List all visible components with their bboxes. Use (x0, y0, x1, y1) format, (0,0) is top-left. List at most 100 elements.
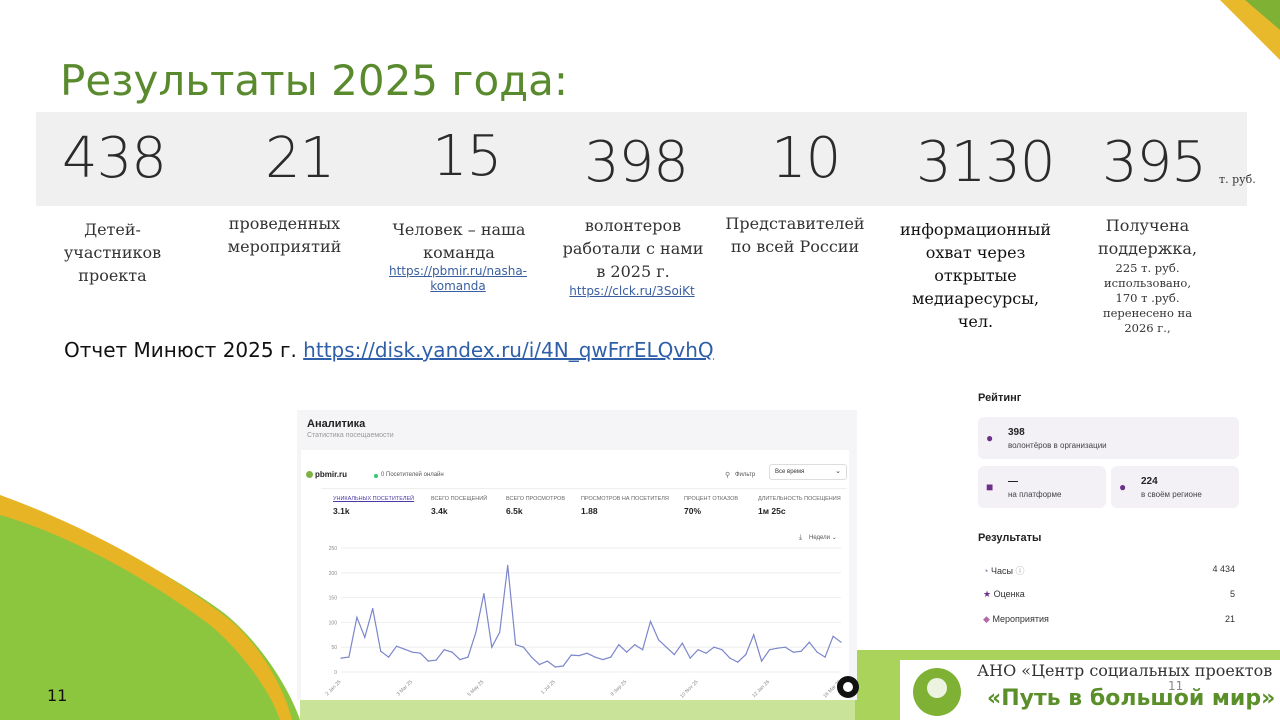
chart-grid (341, 547, 841, 673)
y-tick-label: 50 (331, 645, 337, 651)
results-label: Мероприятия (992, 614, 1049, 624)
x-tick-label: 10 Nov 25 (679, 679, 700, 700)
x-tick-label: 8 Sep 25 (610, 679, 629, 698)
metric-unique-visitors[interactable]: УНИКАЛЬНЫХ ПОСЕТИТЕЛЕЙ 3.1k (333, 496, 428, 516)
data-point (562, 665, 564, 667)
data-point (546, 660, 548, 662)
stat-representatives-value: 10 (771, 126, 841, 191)
organization-name-line1: АНО «Центр социальных проектов (977, 661, 1273, 680)
region-value: 224 (1141, 476, 1158, 487)
results-row-hours: ◔ Часы ⓘ 4 434 (983, 564, 1235, 577)
data-point (832, 635, 834, 637)
analytics-title: Аналитика (307, 418, 366, 430)
data-point (729, 657, 731, 659)
organization-name-line2: «Путь в большой мир» (987, 686, 1276, 711)
organization-logo-icon (913, 668, 961, 716)
data-point (769, 649, 771, 651)
chart-y-ticks: 0 50 100 150 200 250 (329, 546, 338, 676)
stat-reach-caption: информационный охват через открытые меди… (899, 220, 1052, 331)
y-tick-label: 100 (329, 620, 338, 626)
data-point (459, 659, 461, 661)
clock-icon: ◔ (983, 566, 989, 576)
stat-funding-caption: Получена поддержка, (1097, 216, 1198, 258)
record-button-icon[interactable] (837, 676, 859, 698)
results-row-events: ◆ Мероприятия 21 (983, 614, 1235, 625)
site-name[interactable]: pbmir.ru (315, 470, 347, 479)
stat-events-value: 21 (265, 126, 335, 191)
visits-series-line (340, 565, 842, 668)
period-value: Все время (775, 469, 805, 475)
data-point (467, 656, 469, 658)
platform-value: — (1008, 476, 1018, 487)
volunteers-link[interactable]: https://clck.ru/3SoiKt (552, 284, 712, 299)
data-point (642, 649, 644, 651)
metric-label: ДЛИТЕЛЬНОСТЬ ПОСЕЩЕНИЯ (758, 496, 841, 502)
y-tick-label: 0 (334, 670, 337, 676)
period-select[interactable]: Все время ⌄ (769, 464, 847, 480)
volunteers-label: волонтёров в организации (1008, 441, 1107, 450)
volunteers-value: 398 (1008, 427, 1025, 438)
stat-funding-unit: т. руб. (1219, 173, 1256, 186)
stat-children-caption: Детей- участников проекта (63, 220, 162, 285)
metric-value: 70% (684, 506, 702, 516)
filter-label[interactable]: Фильтр (735, 472, 755, 478)
slide-title: Результаты 2025 года: (60, 56, 569, 105)
report-link[interactable]: https://disk.yandex.ru/i/4N_qwFrrELQvhQ (303, 338, 714, 362)
metric-views-per-visitor[interactable]: ПРОСМОТРОВ НА ПОСЕТИТЕЛЯ 1.88 (581, 496, 686, 516)
data-point (713, 646, 715, 648)
metric-visit-duration[interactable]: ДЛИТЕЛЬНОСТЬ ПОСЕЩЕНИЯ 1м 25с (758, 496, 853, 516)
results-label: Оценка (993, 589, 1025, 599)
data-point (538, 664, 540, 666)
data-point (388, 656, 390, 658)
metric-bounce-rate[interactable]: ПРОЦЕНТ ОТКАЗОВ 70% (684, 496, 754, 516)
x-tick-label: 12 Jan 26 (751, 679, 771, 699)
info-icon[interactable]: ⓘ (1015, 566, 1024, 576)
data-point (507, 564, 509, 566)
data-point (396, 645, 398, 647)
data-point (784, 646, 786, 648)
data-point (515, 644, 517, 646)
data-point (745, 654, 747, 656)
people-icon: ● (986, 431, 994, 445)
data-point (753, 634, 755, 636)
stat-funding-note: 225 т. руб. использовано, 170 т .руб. пе… (1102, 261, 1193, 335)
data-point (419, 652, 421, 654)
event-icon: ◆ (983, 614, 990, 624)
data-point (681, 642, 683, 644)
data-point (665, 646, 667, 648)
data-point (372, 607, 374, 610)
data-point (530, 656, 533, 658)
data-point (491, 646, 493, 648)
metric-label: ПРОЦЕНТ ОТКАЗОВ (684, 496, 739, 502)
results-label: Часы (990, 566, 1013, 576)
results-title: Результаты (978, 532, 1042, 544)
data-point (483, 593, 485, 595)
data-point (403, 648, 406, 650)
stat-team-value: 15 (432, 124, 502, 189)
stat-events-caption: проведенных мероприятий (227, 214, 342, 256)
data-point (578, 655, 580, 657)
volunteers-card: ● 398 волонтёров в организации (978, 417, 1239, 459)
analytics-subtitle: Статистика посещаемости (307, 432, 394, 439)
team-link[interactable]: https://pbmir.ru/nasha- komanda (372, 264, 544, 294)
platform-label: на платформе (1008, 490, 1062, 499)
data-point (522, 646, 525, 648)
chevron-down-icon: ⌄ (835, 468, 841, 475)
data-point (800, 650, 802, 652)
data-point (427, 660, 429, 662)
data-point (348, 656, 350, 658)
data-point (356, 616, 358, 618)
analytics-panel: Аналитика Статистика посещаемости pbmir.… (297, 410, 857, 700)
page-number: 11 (47, 686, 68, 705)
data-point (673, 654, 675, 656)
data-point (808, 641, 810, 643)
data-point (443, 649, 445, 651)
platform-icon: ■ (986, 480, 994, 494)
data-point (721, 649, 723, 651)
data-point (570, 654, 572, 656)
data-point (451, 651, 453, 653)
stat-representatives-caption: Представителей по всей России (725, 214, 865, 256)
metric-label: ПРОСМОТРОВ НА ПОСЕТИТЕЛЯ (581, 496, 669, 502)
stat-volunteers-caption: волонтеров работали с нами в 2025 г. (562, 216, 704, 281)
stat-reach-value: 3130 (916, 130, 1056, 195)
